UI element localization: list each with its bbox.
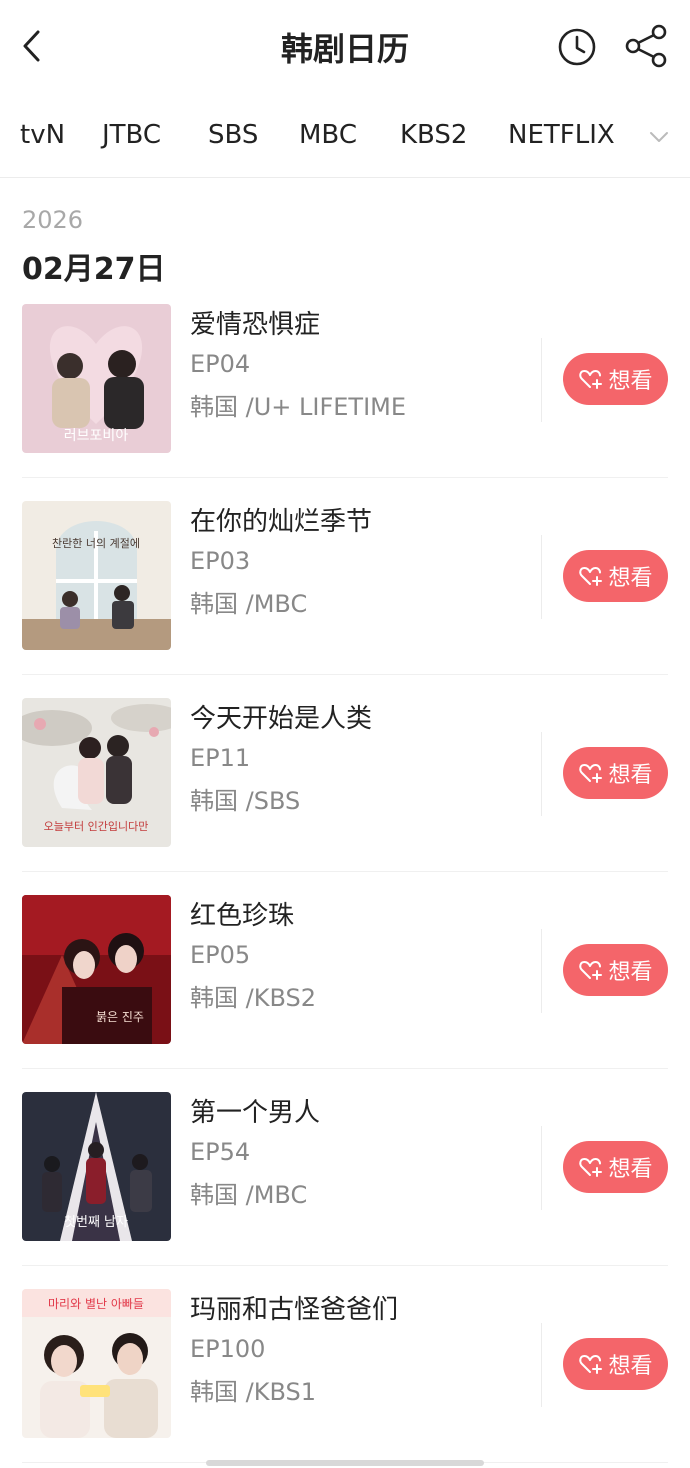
want-to-watch-button[interactable]: 想看 <box>563 550 668 602</box>
want-to-watch-label: 想看 <box>608 763 653 788</box>
divider <box>541 535 542 619</box>
show-poster[interactable]: 첫번째 남자 <box>22 1092 171 1241</box>
poster-logo: 러브포비아 <box>64 428 129 444</box>
home-indicator <box>206 1460 484 1466</box>
heart-plus-icon <box>579 961 603 980</box>
heart-plus-icon <box>579 1355 603 1374</box>
tab-sbs[interactable]: SBS <box>208 120 258 150</box>
show-title[interactable]: 红色珍珠 <box>190 895 294 932</box>
show-poster[interactable]: 마리와 별난 아빠들 <box>22 1289 171 1438</box>
show-meta: 韩国 /SBS <box>190 787 301 815</box>
list-item[interactable]: 오늘부터 인간입니다만 今天开始是人类 EP11 韩国 /SBS 想看 <box>0 698 690 895</box>
want-to-watch-button[interactable]: 想看 <box>563 747 668 799</box>
heart-plus-icon <box>579 764 603 783</box>
divider <box>22 871 668 872</box>
want-to-watch-label: 想看 <box>608 566 653 591</box>
episode-label: EP100 <box>190 1335 266 1363</box>
show-meta: 韩国 /KBS2 <box>190 984 316 1012</box>
top-bar: 韩剧日历 <box>0 0 690 96</box>
year-label: 2026 <box>22 206 84 234</box>
divider <box>541 338 542 422</box>
divider <box>22 1068 668 1069</box>
list-item[interactable]: 붉은 진주 红色珍珠 EP05 韩国 /KBS2 想看 <box>0 895 690 1092</box>
date-label: 02月27日 <box>22 252 166 287</box>
tab-netflix[interactable]: NETFLIX <box>508 120 615 150</box>
divider <box>541 1323 542 1407</box>
want-to-watch-button[interactable]: 想看 <box>563 1141 668 1193</box>
show-title[interactable]: 在你的灿烂季节 <box>190 501 372 538</box>
show-meta: 韩国 /MBC <box>190 1181 308 1209</box>
episode-label: EP54 <box>190 1138 251 1166</box>
want-to-watch-button[interactable]: 想看 <box>563 944 668 996</box>
tab-mbc[interactable]: MBC <box>299 120 357 150</box>
show-title[interactable]: 今天开始是人类 <box>190 698 372 735</box>
poster-logo: 붉은 진주 <box>96 1010 144 1024</box>
clock-icon[interactable] <box>556 26 598 68</box>
episode-label: EP11 <box>190 744 251 772</box>
show-list: 러브포비아 爱情恐惧症 EP04 韩国 /U+ LIFETIME 想看 찬란한 … <box>0 304 690 1468</box>
poster-logo: 마리와 별난 아빠들 <box>48 1297 144 1311</box>
divider <box>541 929 542 1013</box>
heart-plus-icon <box>579 567 603 586</box>
show-title[interactable]: 爱情恐惧症 <box>190 304 320 341</box>
divider <box>22 477 668 478</box>
episode-label: EP04 <box>190 350 251 378</box>
poster-logo: 첫번째 남자 <box>64 1215 128 1230</box>
tab-kbs2[interactable]: KBS2 <box>400 120 467 150</box>
show-poster[interactable]: 찬란한 너의 계절에 <box>22 501 171 650</box>
chevron-down-icon[interactable] <box>646 124 672 150</box>
tab-tvn[interactable]: tvN <box>20 120 65 150</box>
divider <box>541 732 542 816</box>
tab-jtbc[interactable]: JTBC <box>102 120 161 150</box>
episode-label: EP05 <box>190 941 251 969</box>
show-meta: 韩国 /U+ LIFETIME <box>190 393 407 421</box>
show-meta: 韩国 /KBS1 <box>190 1378 316 1406</box>
episode-label: EP03 <box>190 547 251 575</box>
want-to-watch-button[interactable]: 想看 <box>563 353 668 405</box>
divider <box>0 177 690 178</box>
want-to-watch-button[interactable]: 想看 <box>563 1338 668 1390</box>
poster-logo: 오늘부터 인간입니다만 <box>44 820 149 833</box>
show-poster[interactable]: 러브포비아 <box>22 304 171 453</box>
want-to-watch-label: 想看 <box>608 369 653 394</box>
show-poster[interactable]: 붉은 진주 <box>22 895 171 1044</box>
list-item[interactable]: 마리와 별난 아빠들 玛丽和古怪爸爸们 EP100 韩国 /KBS1 想看 <box>0 1289 690 1468</box>
share-icon[interactable] <box>622 22 670 70</box>
show-title[interactable]: 玛丽和古怪爸爸们 <box>190 1289 398 1326</box>
channel-tabs: tvN JTBC SBS MBC KBS2 NETFLIX <box>0 110 690 166</box>
heart-plus-icon <box>579 1158 603 1177</box>
want-to-watch-label: 想看 <box>608 960 653 985</box>
list-item[interactable]: 첫번째 남자 第一个男人 EP54 韩国 /MBC 想看 <box>0 1092 690 1289</box>
show-poster[interactable]: 오늘부터 인간입니다만 <box>22 698 171 847</box>
want-to-watch-label: 想看 <box>608 1157 653 1182</box>
show-title[interactable]: 第一个男人 <box>190 1092 320 1129</box>
divider <box>22 1265 668 1266</box>
heart-plus-icon <box>579 370 603 389</box>
divider <box>22 674 668 675</box>
list-item[interactable]: 찬란한 너의 계절에 在你的灿烂季节 EP03 韩国 /MBC 想看 <box>0 501 690 698</box>
show-meta: 韩国 /MBC <box>190 590 308 618</box>
poster-logo: 찬란한 너의 계절에 <box>52 536 140 550</box>
divider <box>541 1126 542 1210</box>
want-to-watch-label: 想看 <box>608 1354 653 1379</box>
list-item[interactable]: 러브포비아 爱情恐惧症 EP04 韩国 /U+ LIFETIME 想看 <box>0 304 690 501</box>
